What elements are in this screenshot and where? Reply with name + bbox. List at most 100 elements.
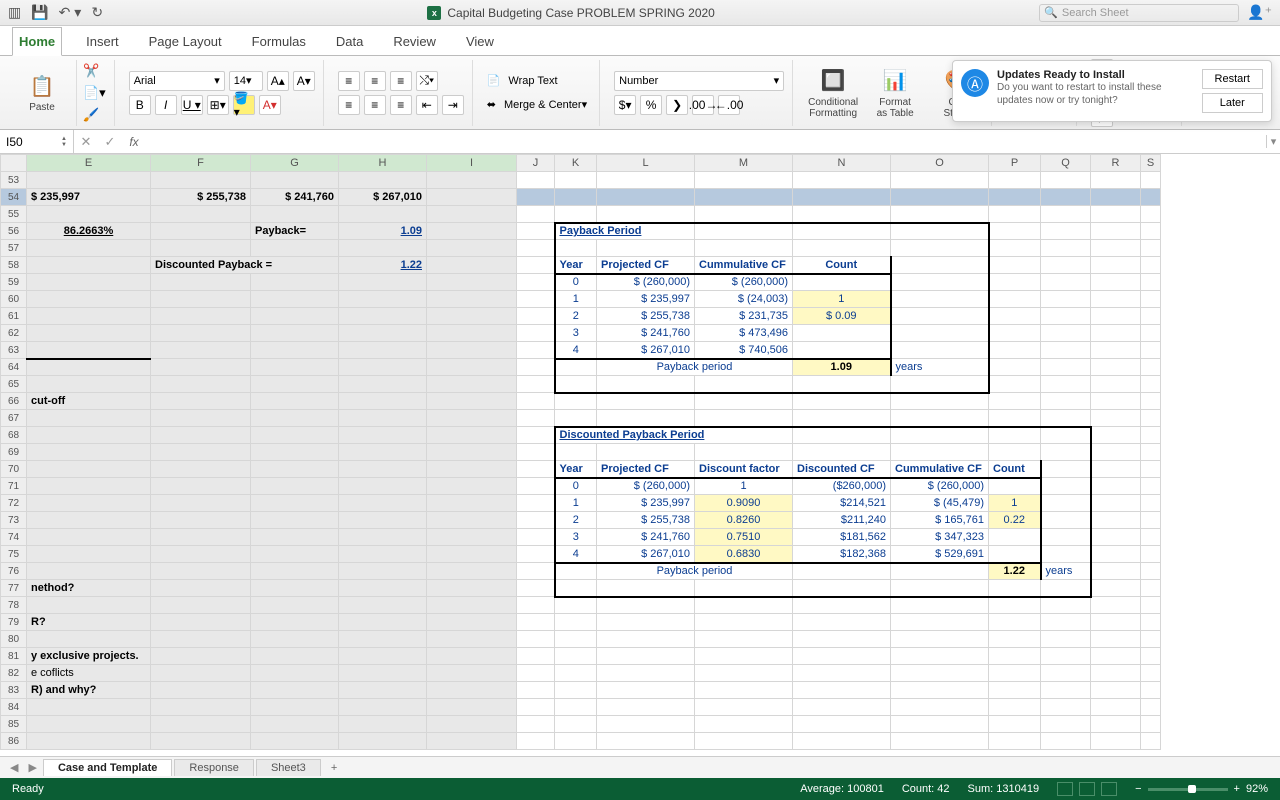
cell[interactable]	[891, 597, 989, 614]
cell[interactable]	[597, 206, 695, 223]
cell[interactable]	[151, 410, 251, 427]
cell[interactable]	[251, 325, 339, 342]
cell[interactable]	[1091, 478, 1141, 495]
align-mid-icon[interactable]: ≡	[364, 71, 386, 91]
cell[interactable]	[1091, 427, 1141, 444]
cell[interactable]	[517, 376, 555, 393]
cell[interactable]	[597, 699, 695, 716]
cell[interactable]	[1141, 529, 1161, 546]
cell[interactable]	[339, 325, 427, 342]
cell[interactable]	[891, 257, 989, 274]
cell[interactable]	[339, 206, 427, 223]
col-header[interactable]: H	[339, 155, 427, 172]
cell[interactable]: 4	[555, 546, 597, 563]
cell[interactable]	[251, 580, 339, 597]
border-button[interactable]: ⊞▾	[207, 95, 229, 115]
cell[interactable]	[151, 342, 251, 359]
cell[interactable]	[427, 308, 517, 325]
cell[interactable]	[1141, 308, 1161, 325]
cell[interactable]: 59	[1, 274, 27, 291]
cell[interactable]	[1091, 716, 1141, 733]
number-format-select[interactable]: Number▾	[614, 71, 784, 91]
col-header[interactable]: K	[555, 155, 597, 172]
cell[interactable]	[1041, 410, 1091, 427]
cell[interactable]	[891, 240, 989, 257]
col-header[interactable]: G	[251, 155, 339, 172]
cell[interactable]	[891, 274, 989, 291]
cell[interactable]	[989, 410, 1041, 427]
cell[interactable]: 79	[1, 614, 27, 631]
col-header[interactable]: S	[1141, 155, 1161, 172]
cell[interactable]	[1041, 546, 1091, 563]
cell[interactable]	[427, 461, 517, 478]
copy-icon[interactable]: 📄▾	[83, 85, 106, 101]
cell[interactable]	[555, 597, 597, 614]
cell[interactable]	[251, 716, 339, 733]
cell[interactable]	[517, 189, 555, 206]
cell[interactable]	[339, 512, 427, 529]
cell[interactable]: 73	[1, 512, 27, 529]
cell[interactable]	[1141, 189, 1161, 206]
cell[interactable]	[27, 529, 151, 546]
cell[interactable]	[555, 444, 597, 461]
cell[interactable]	[339, 665, 427, 682]
cell[interactable]	[1141, 206, 1161, 223]
cell[interactable]	[517, 478, 555, 495]
cell[interactable]	[151, 631, 251, 648]
cell[interactable]	[151, 614, 251, 631]
cell[interactable]	[597, 189, 695, 206]
cell[interactable]	[891, 699, 989, 716]
cell[interactable]: 1.22	[339, 257, 427, 274]
cell[interactable]	[27, 444, 151, 461]
cell[interactable]	[1091, 189, 1141, 206]
cell[interactable]	[517, 546, 555, 563]
cell[interactable]	[251, 308, 339, 325]
cell[interactable]	[1141, 223, 1161, 240]
cell[interactable]: Payback period	[597, 563, 793, 580]
cell[interactable]	[1041, 240, 1091, 257]
cell[interactable]	[517, 359, 555, 376]
cell[interactable]	[27, 546, 151, 563]
cell[interactable]	[1091, 631, 1141, 648]
cell[interactable]	[793, 427, 891, 444]
cell[interactable]: 63	[1, 342, 27, 359]
cell[interactable]	[251, 240, 339, 257]
cell[interactable]	[555, 359, 597, 376]
cell[interactable]: 58	[1, 257, 27, 274]
cell[interactable]	[1091, 444, 1141, 461]
cell[interactable]	[251, 529, 339, 546]
cell[interactable]	[891, 614, 989, 631]
font-name-select[interactable]: Arial▾	[129, 71, 225, 91]
cell[interactable]	[151, 359, 251, 376]
cell[interactable]	[891, 172, 989, 189]
cell[interactable]	[597, 682, 695, 699]
tab-view[interactable]: View	[460, 28, 500, 55]
cell[interactable]	[1041, 512, 1091, 529]
cell[interactable]	[1041, 308, 1091, 325]
cell[interactable]	[1091, 308, 1141, 325]
cell[interactable]	[27, 342, 151, 359]
cell[interactable]	[339, 648, 427, 665]
cell[interactable]	[251, 563, 339, 580]
cell[interactable]	[793, 733, 891, 750]
cell[interactable]	[793, 325, 891, 342]
cell[interactable]	[1041, 716, 1091, 733]
cell[interactable]: $ 255,738	[151, 189, 251, 206]
cell[interactable]	[339, 495, 427, 512]
cell[interactable]	[427, 257, 517, 274]
cell[interactable]	[339, 359, 427, 376]
cell[interactable]	[251, 393, 339, 410]
cell[interactable]	[1091, 563, 1141, 580]
cell[interactable]	[1091, 325, 1141, 342]
cell[interactable]	[427, 563, 517, 580]
cell[interactable]	[151, 444, 251, 461]
cell[interactable]	[555, 393, 597, 410]
cell[interactable]	[989, 223, 1041, 240]
cell[interactable]	[251, 461, 339, 478]
conditional-format-button[interactable]: 🔲Conditional Formatting	[807, 67, 859, 119]
cell[interactable]	[339, 716, 427, 733]
cell[interactable]	[251, 206, 339, 223]
cell[interactable]	[339, 410, 427, 427]
font-color-button[interactable]: A▾	[259, 95, 281, 115]
cell[interactable]	[251, 444, 339, 461]
